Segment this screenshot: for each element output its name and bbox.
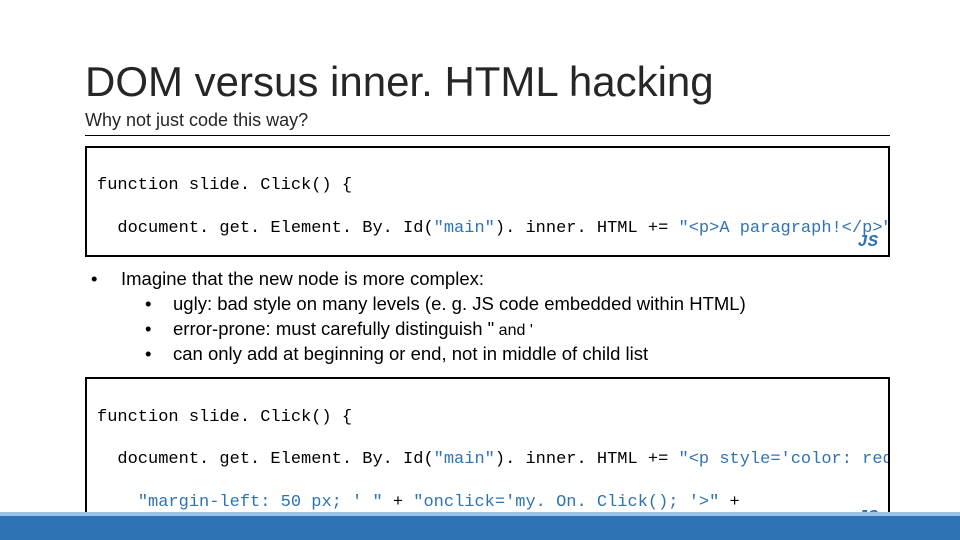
code-text: + xyxy=(393,493,413,512)
bullet-text: ugly: bad style on many levels (e. g. JS… xyxy=(167,292,890,317)
bullet-text: Imagine that the new node is more comple… xyxy=(107,267,890,292)
code-string: "main" xyxy=(434,450,495,469)
quote-single: ' xyxy=(530,322,533,339)
bullet-text-part: and xyxy=(494,322,530,339)
slide: DOM versus inner. HTML hacking Why not j… xyxy=(0,0,960,540)
code-string: "margin-left: 50 px; ' " xyxy=(138,493,393,512)
bullet-text: can only add at beginning or end, not in… xyxy=(167,342,890,367)
bullet-icon: • xyxy=(145,342,167,367)
bullet-list: • Imagine that the new node is more comp… xyxy=(85,267,890,367)
code-text: function slide. Click() { xyxy=(97,408,352,427)
code-example-2: function slide. Click() { document. get.… xyxy=(85,377,890,532)
slide-title: DOM versus inner. HTML hacking xyxy=(85,60,890,104)
code-example-1: function slide. Click() { document. get.… xyxy=(85,146,890,257)
bullet-icon: • xyxy=(145,292,167,317)
bullet-icon: • xyxy=(145,317,167,342)
code-string: "main" xyxy=(434,219,495,238)
list-item: • ugly: bad style on many levels (e. g. … xyxy=(85,292,890,317)
language-tag: JS xyxy=(858,232,878,253)
code-text: document. get. Element. By. Id( xyxy=(97,450,434,469)
slide-subtitle: Why not just code this way? xyxy=(85,110,890,131)
code-string: "onclick='my. On. Click(); '>" xyxy=(413,493,729,512)
list-item: • Imagine that the new node is more comp… xyxy=(85,267,890,292)
bullet-text-part: error-prone: must carefully distinguish xyxy=(173,318,488,339)
code-string: "<p style='color: red; " xyxy=(679,450,890,469)
code-text: document. get. Element. By. Id( xyxy=(97,219,434,238)
bullet-text: error-prone: must carefully distinguish … xyxy=(167,317,890,342)
code-text xyxy=(97,493,138,512)
divider xyxy=(85,135,890,136)
bullet-icon: • xyxy=(85,267,107,292)
code-text: + xyxy=(730,493,740,512)
code-text: function slide. Click() { xyxy=(97,176,352,195)
footer-accent xyxy=(0,516,960,540)
code-text: ). inner. HTML += xyxy=(495,450,679,469)
code-text: ). inner. HTML += xyxy=(495,219,679,238)
list-item: • error-prone: must carefully distinguis… xyxy=(85,317,890,342)
list-item: • can only add at beginning or end, not … xyxy=(85,342,890,367)
